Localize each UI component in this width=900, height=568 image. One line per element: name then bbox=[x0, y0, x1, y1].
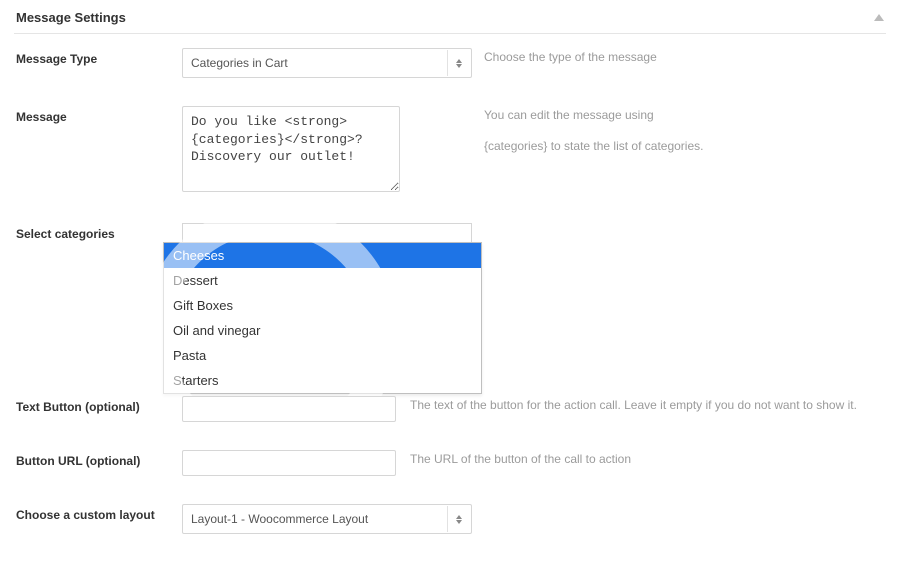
custom-layout-select[interactable]: Layout-1 - Woocommerce Layout bbox=[182, 504, 472, 534]
help-message-line2: {categories} to state the list of catego… bbox=[484, 137, 884, 156]
label-message: Message bbox=[16, 106, 182, 124]
row-message: Message You can edit the message using {… bbox=[14, 92, 886, 209]
category-option[interactable]: Starters bbox=[164, 368, 481, 393]
category-option[interactable]: Oil and vinegar bbox=[164, 318, 481, 343]
label-button-url: Button URL (optional) bbox=[16, 450, 182, 468]
category-option[interactable]: Gift Boxes bbox=[164, 293, 481, 318]
row-custom-layout: Choose a custom layout Layout-1 - Woocom… bbox=[14, 490, 886, 548]
panel-header: Message Settings bbox=[14, 0, 886, 34]
help-message-type: Choose the type of the message bbox=[472, 48, 884, 67]
category-option[interactable]: Pasta bbox=[164, 343, 481, 368]
message-type-value: Categories in Cart bbox=[191, 56, 288, 70]
help-button-url: The URL of the button of the call to act… bbox=[398, 450, 884, 469]
text-button-input[interactable] bbox=[182, 396, 396, 422]
row-text-button: Text Button (optional) The text of the b… bbox=[14, 392, 886, 436]
message-type-select[interactable]: Categories in Cart bbox=[182, 48, 472, 78]
category-option[interactable]: Dessert bbox=[164, 268, 481, 293]
label-text-button: Text Button (optional) bbox=[16, 396, 182, 414]
collapse-icon[interactable] bbox=[874, 14, 884, 21]
row-select-categories: Select categories CheesesDessertGift Box… bbox=[14, 209, 886, 392]
message-textarea[interactable] bbox=[182, 106, 400, 192]
button-url-input[interactable] bbox=[182, 450, 396, 476]
categories-multiselect[interactable] bbox=[182, 223, 472, 242]
help-message-line1: You can edit the message using bbox=[484, 106, 884, 125]
label-select-categories: Select categories bbox=[16, 223, 182, 241]
help-text-button: The text of the button for the action ca… bbox=[398, 396, 884, 415]
category-option[interactable]: Cheeses bbox=[164, 243, 481, 268]
categories-dropdown[interactable]: CheesesDessertGift BoxesOil and vinegarP… bbox=[163, 242, 482, 394]
select-arrows-icon bbox=[447, 506, 470, 532]
label-custom-layout: Choose a custom layout bbox=[16, 504, 182, 522]
select-arrows-icon bbox=[447, 50, 470, 76]
panel-title: Message Settings bbox=[16, 10, 126, 25]
custom-layout-value: Layout-1 - Woocommerce Layout bbox=[191, 512, 368, 526]
row-button-url: Button URL (optional) The URL of the but… bbox=[14, 436, 886, 490]
help-message: You can edit the message using {categori… bbox=[472, 106, 884, 168]
row-message-type: Message Type Categories in Cart Choose t… bbox=[14, 34, 886, 92]
label-message-type: Message Type bbox=[16, 48, 182, 66]
